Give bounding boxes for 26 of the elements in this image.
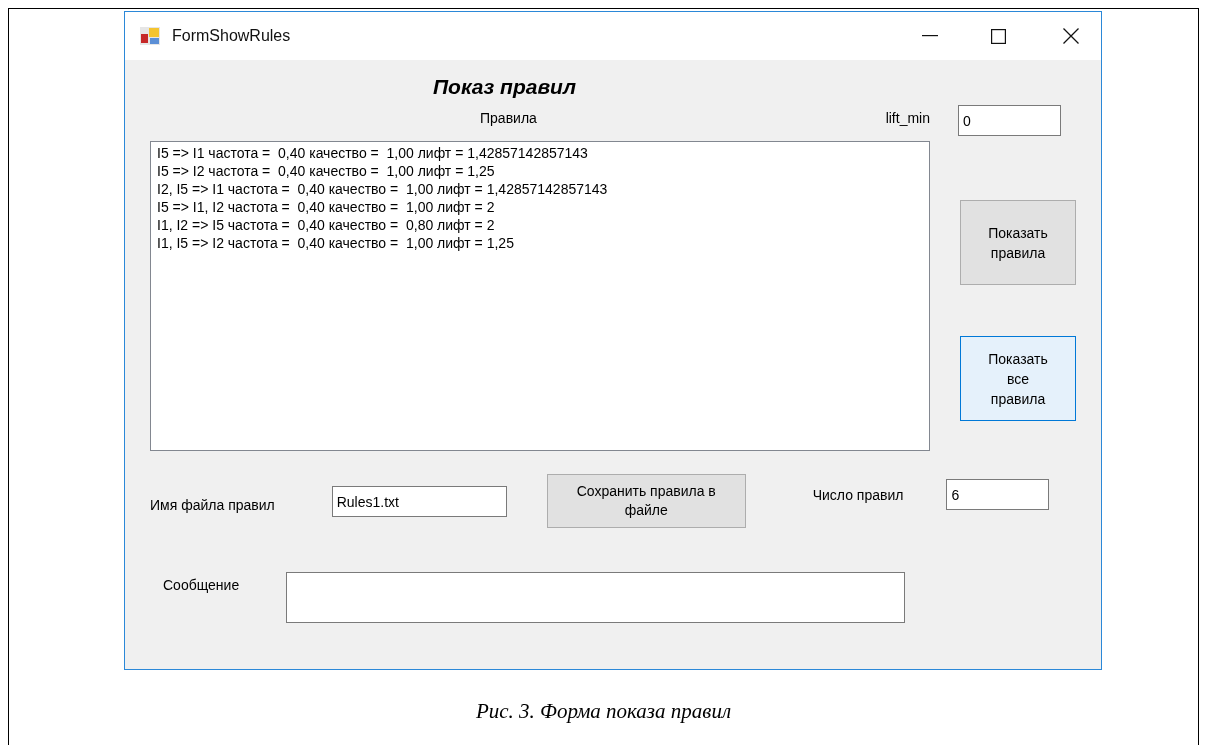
rule-line[interactable]: I2, I5 => I1 частота = 0,40 качество = 1,00 лифт = 1,42857142857143 <box>157 180 608 198</box>
close-icon[interactable] <box>1063 28 1079 44</box>
rule-count-label: Число правил <box>812 487 904 503</box>
file-name-field[interactable]: Rules1.txt <box>331 486 507 517</box>
minimize-icon[interactable] <box>922 35 938 37</box>
rule-line[interactable]: I5 => I1, I2 частота = 0,40 качество = 1,00 лифт = 2 <box>157 198 495 216</box>
rule-line[interactable]: I1, I5 => I2 частота = 0,40 качество = 1,00 лифт = 1,25 <box>157 234 514 252</box>
rules-list[interactable] <box>150 141 930 451</box>
form-heading: Показ правил <box>433 75 576 99</box>
figure-caption: Рис. 3. Форма показа правил <box>474 699 733 724</box>
rule-line[interactable]: I1, I2 => I5 частота = 0,40 качество = 0,80 лифт = 2 <box>157 216 495 234</box>
lift-min-field[interactable]: 0 <box>958 105 1061 136</box>
maximize-icon[interactable] <box>991 28 1006 44</box>
message-field[interactable] <box>286 572 906 623</box>
message-label: Сообщение <box>163 577 240 593</box>
rules-label: Правила <box>480 110 537 126</box>
rule-line[interactable]: I5 => I2 частота = 0,40 качество = 1,00 лифт = 1,25 <box>157 162 495 180</box>
lift-min-label: lift_min <box>885 110 930 126</box>
rule-line[interactable]: I5 => I1 частота = 0,40 качество = 1,00 лифт = 1,42857142857143 <box>157 144 588 162</box>
show-rules-button[interactable]: Показать правила <box>960 200 1076 285</box>
window-title: FormShowRules <box>172 27 291 45</box>
show-all-rules-button[interactable]: Показать все правила <box>960 336 1076 421</box>
file-name-label: Имя файла правил <box>150 497 275 513</box>
rule-count-field[interactable]: 6 <box>946 479 1050 510</box>
save-rules-button[interactable]: Сохранить правила в файле <box>546 474 746 528</box>
app-icon <box>140 27 160 45</box>
